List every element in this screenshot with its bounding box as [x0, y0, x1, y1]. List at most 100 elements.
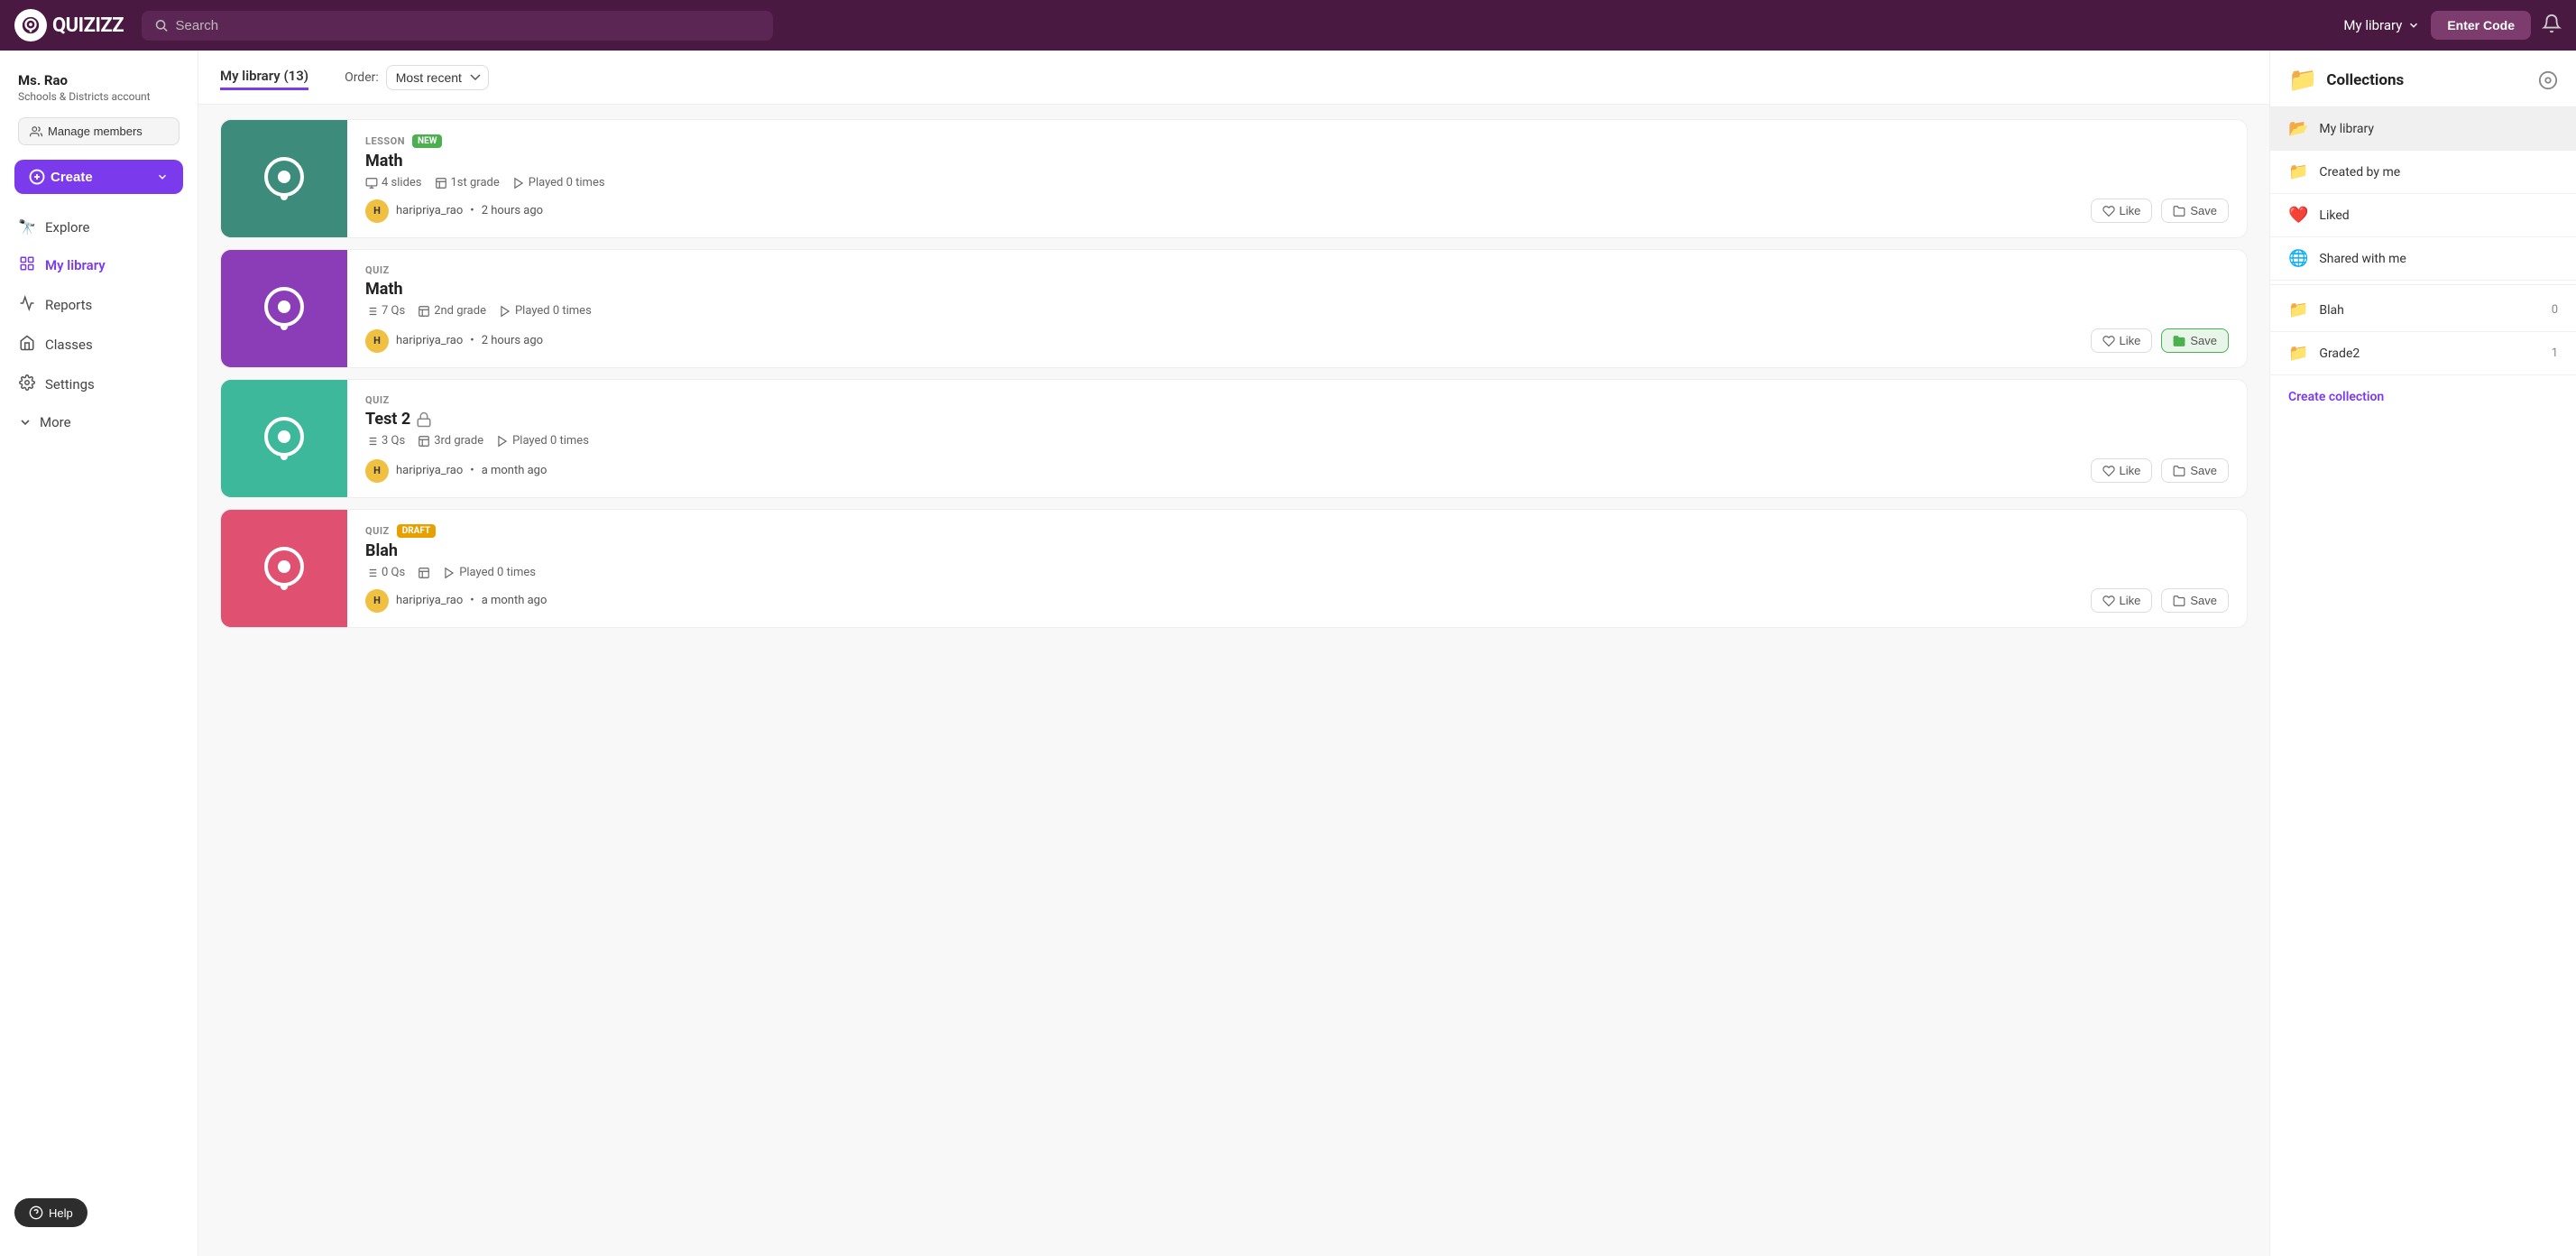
folder-icon-grade2: 📁: [2288, 344, 2308, 363]
sidebar: Ms. Rao Schools & Districts account Mana…: [0, 51, 198, 1256]
collection-item-blah[interactable]: 📁 Blah 0: [2270, 289, 2576, 332]
item-meta-math-lesson: 4 slides 1st grade Played 0 times: [365, 176, 2229, 189]
meta-played: Played 0 times: [496, 434, 589, 448]
save-button[interactable]: Save: [2161, 458, 2229, 483]
collection-item-my-library[interactable]: 📂 My library: [2270, 107, 2576, 151]
settings-circle-icon[interactable]: [2538, 70, 2558, 90]
play-icon2: [499, 305, 511, 318]
collection-name-shared: Shared with me: [2319, 252, 2558, 266]
like-button[interactable]: Like: [2091, 328, 2153, 353]
collections-list: 📂 My library 📁 Created by me ❤️ Liked 🌐 …: [2270, 107, 2576, 375]
collection-item-shared[interactable]: 🌐 Shared with me: [2270, 237, 2576, 281]
collection-name-created: Created by me: [2319, 165, 2558, 180]
save-button[interactable]: Save: [2161, 588, 2229, 613]
item-thumbnail-math-lesson: [221, 120, 347, 237]
items-list: LESSON NEW Math 4 slides 1st grade: [198, 105, 2269, 1256]
globe-icon-shared: 🌐: [2288, 249, 2308, 268]
item-thumbnail-math-quiz: [221, 250, 347, 367]
item-meta-test2: 3 Qs 3rd grade Played 0 times: [365, 434, 2229, 448]
folder-icon-created: 📁: [2288, 162, 2308, 181]
avatar: H: [365, 589, 389, 613]
item-type-lesson: LESSON: [365, 135, 405, 147]
collection-name-blah: Blah: [2319, 303, 2540, 318]
collection-item-created-by-me[interactable]: 📁 Created by me: [2270, 151, 2576, 194]
help-button[interactable]: Help: [14, 1198, 87, 1227]
plus-circle-icon: [29, 169, 45, 185]
item-type-quiz2: QUIZ: [365, 394, 390, 406]
item-footer-math-lesson: H haripriya_rao • 2 hours ago Like: [365, 199, 2229, 223]
create-button[interactable]: Create: [14, 160, 183, 194]
item-body-test2: QUIZ Test 2 3 Qs: [347, 380, 2247, 497]
main-layout: Ms. Rao Schools & Districts account Mana…: [0, 51, 2576, 1256]
enter-code-button[interactable]: Enter Code: [2431, 11, 2531, 40]
badge-new: NEW: [412, 134, 442, 148]
time-ago: a month ago: [482, 464, 547, 477]
help-icon: [29, 1205, 43, 1220]
folder-icon: [2173, 205, 2185, 217]
collection-name-liked: Liked: [2319, 208, 2558, 223]
library-icon: [18, 255, 36, 275]
list-icon2: [365, 435, 378, 448]
library-tab[interactable]: My library (13): [220, 64, 308, 90]
meta-played: Played 0 times: [499, 304, 592, 318]
dot-separator: •: [470, 204, 474, 217]
time-ago: 2 hours ago: [482, 204, 543, 217]
folder-icon3: [2173, 465, 2185, 477]
sidebar-item-more[interactable]: More: [0, 404, 198, 440]
people-icon: [30, 125, 42, 138]
item-type-row: QUIZ: [365, 394, 2229, 406]
item-title-math-lesson: Math: [365, 152, 2229, 171]
explore-icon: 🔭: [18, 218, 36, 236]
meta-grade: 1st grade: [435, 176, 500, 189]
manage-members-label: Manage members: [48, 125, 143, 138]
item-body-math-quiz: QUIZ Math 7 Qs 2nd grade: [347, 250, 2247, 367]
manage-members-button[interactable]: Manage members: [18, 117, 179, 145]
item-actions: Like Save: [2091, 199, 2230, 223]
save-button-filled[interactable]: Save: [2161, 328, 2229, 353]
heart-icon: [2102, 205, 2115, 217]
dot-separator: •: [470, 594, 474, 607]
like-button[interactable]: Like: [2091, 458, 2153, 483]
create-collection-link[interactable]: Create collection: [2270, 375, 2576, 419]
heart-icon4: [2102, 595, 2115, 607]
item-title-test2: Test 2: [365, 410, 2229, 429]
like-button[interactable]: Like: [2091, 588, 2153, 613]
grade-icon2: [418, 305, 430, 318]
item-type-row: QUIZ DRAFT: [365, 524, 2229, 538]
order-select[interactable]: Most recent Oldest Name (A-Z) Name (Z-A): [386, 65, 489, 90]
collection-name-grade2: Grade2: [2319, 346, 2540, 361]
author-name: haripriya_rao: [396, 204, 463, 217]
item-actions: Like Save: [2091, 458, 2230, 483]
grade-icon3: [418, 435, 430, 448]
bell-icon[interactable]: [2542, 14, 2562, 38]
library-header: My library (13) Order: Most recent Oldes…: [198, 51, 2269, 105]
my-library-dropdown[interactable]: My library: [2343, 17, 2420, 33]
sidebar-item-settings[interactable]: Settings: [0, 365, 198, 404]
search-input[interactable]: [176, 18, 761, 33]
logo[interactable]: QUIZIZZ: [14, 9, 124, 42]
settings-icon: [18, 374, 36, 394]
meta-grade: [418, 567, 430, 579]
collection-item-grade2[interactable]: 📁 Grade2 1: [2270, 332, 2576, 375]
avatar: H: [365, 199, 389, 223]
chevron-down-icon-more: [18, 415, 32, 429]
time-ago: 2 hours ago: [482, 334, 543, 347]
save-button[interactable]: Save: [2161, 199, 2229, 223]
sidebar-item-reports[interactable]: Reports: [0, 285, 198, 325]
sidebar-item-explore-label: Explore: [45, 219, 90, 236]
like-button[interactable]: Like: [2091, 199, 2153, 223]
chevron-down-icon: [2407, 19, 2420, 32]
item-type-row: LESSON NEW: [365, 134, 2229, 148]
collection-item-liked[interactable]: ❤️ Liked: [2270, 194, 2576, 237]
folder-icon-my-library: 📂: [2288, 119, 2308, 138]
sidebar-item-explore[interactable]: 🔭 Explore: [0, 208, 198, 245]
item-thumbnail-blah: [221, 510, 347, 627]
sidebar-item-my-library[interactable]: My library: [0, 245, 198, 285]
list-item: LESSON NEW Math 4 slides 1st grade: [220, 119, 2248, 238]
sidebar-item-classes[interactable]: Classes: [0, 325, 198, 365]
item-actions: Like Save: [2091, 588, 2230, 613]
sidebar-item-reports-label: Reports: [45, 297, 92, 313]
heart-icon: [2102, 335, 2115, 347]
item-meta-blah: 0 Qs Played 0 times: [365, 566, 2229, 579]
search-bar[interactable]: [142, 11, 773, 41]
